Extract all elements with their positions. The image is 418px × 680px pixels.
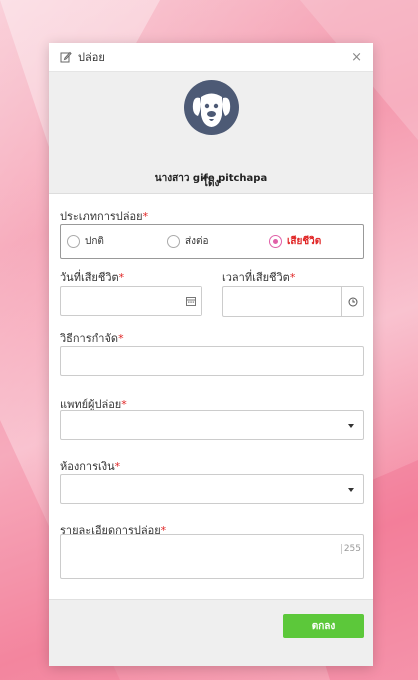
death-time-field[interactable] <box>222 286 364 317</box>
radio-circle <box>167 235 180 248</box>
release-type-normal[interactable]: ปกติ <box>67 234 104 249</box>
dialog-footer: ตกลง <box>49 599 373 666</box>
calendar-icon[interactable] <box>181 287 201 315</box>
release-type-label: ประเภทการปล่อย* <box>60 210 149 223</box>
dialog-header: ปล่อย × <box>49 43 373 72</box>
disposal-method-input[interactable] <box>60 346 364 376</box>
radio-label: ส่งต่อ <box>185 236 209 247</box>
finance-room-select[interactable] <box>60 474 364 504</box>
radio-circle <box>269 235 282 248</box>
release-dialog: ปล่อย × โด่ง นางสาว gife pitchapa ประเภท… <box>49 43 373 666</box>
clock-icon[interactable] <box>341 287 363 316</box>
releasing-vet-select[interactable] <box>60 410 364 440</box>
character-counter: 255 <box>340 544 361 554</box>
close-icon[interactable]: × <box>351 51 362 64</box>
chevron-down-icon <box>348 424 354 428</box>
edit-icon <box>60 51 72 63</box>
release-type-transfer[interactable]: ส่งต่อ <box>167 234 209 249</box>
chevron-down-icon <box>348 488 354 492</box>
release-type-group: ปกติ ส่งต่อ เสียชีวิต <box>60 224 364 259</box>
release-details-textarea[interactable]: 255 <box>60 534 364 579</box>
death-date-field[interactable] <box>60 286 202 316</box>
release-type-deceased[interactable]: เสียชีวิต <box>269 234 321 249</box>
ok-button[interactable]: ตกลง <box>283 614 364 638</box>
radio-label: เสียชีวิต <box>287 236 322 247</box>
finance-room-label: ห้องการเงิน* <box>60 460 121 473</box>
dialog-title: ปล่อย <box>78 51 105 64</box>
death-date-label: วันที่เสียชีวิต* <box>60 271 125 284</box>
dog-icon <box>184 80 239 135</box>
death-time-label: เวลาที่เสียชีวิต* <box>222 271 296 284</box>
radio-label: ปกติ <box>85 236 104 247</box>
owner-name: นางสาว gife pitchapa <box>154 173 268 184</box>
radio-circle <box>67 235 80 248</box>
disposal-method-label: วิธีการกำจัด* <box>60 332 124 345</box>
